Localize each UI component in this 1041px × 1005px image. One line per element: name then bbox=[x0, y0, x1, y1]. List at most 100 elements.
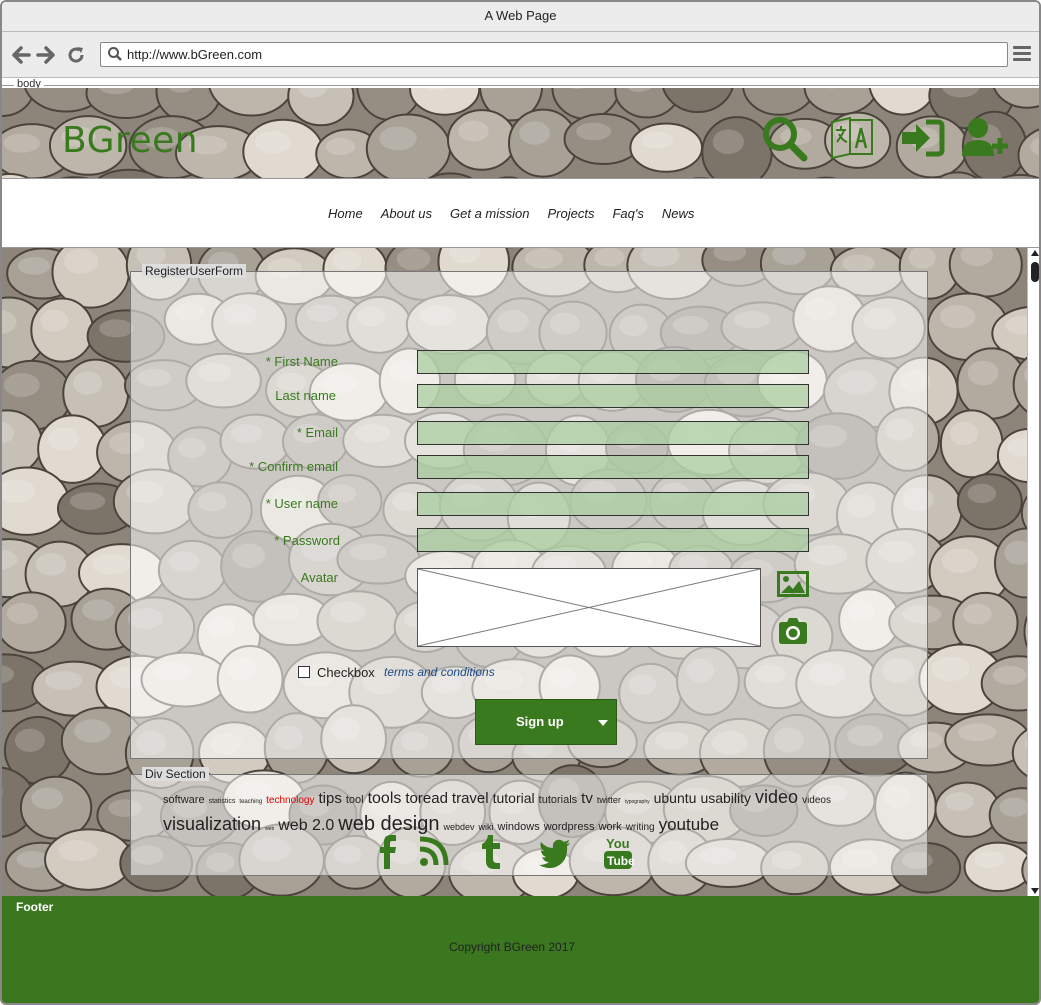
tag-link[interactable]: web design bbox=[338, 813, 439, 835]
tag-link[interactable]: technology bbox=[266, 790, 314, 812]
site-footer: Footer Copyright BGreen 2017 bbox=[2, 896, 1039, 1003]
search-icon[interactable] bbox=[760, 114, 808, 162]
form-legend: RegisterUserForm bbox=[142, 264, 247, 278]
stone-highlight bbox=[974, 851, 1005, 869]
url-text: http://www.bGreen.com bbox=[127, 47, 263, 62]
stone-highlight bbox=[958, 723, 997, 742]
last-name-field[interactable] bbox=[417, 384, 809, 408]
nav-about-us[interactable]: About us bbox=[381, 206, 432, 221]
stone-highlight bbox=[967, 483, 997, 504]
youtube-icon[interactable]: You Tube bbox=[602, 835, 635, 869]
copyright-text: Copyright BGreen 2017 bbox=[449, 940, 576, 954]
stone-highlight bbox=[525, 248, 563, 269]
twitter-icon[interactable] bbox=[538, 835, 572, 869]
sign-up-button[interactable]: Sign up bbox=[475, 699, 617, 745]
reload-icon[interactable] bbox=[65, 44, 87, 66]
tag-link[interactable]: usability bbox=[700, 787, 751, 809]
terms-and-conditions-link[interactable]: terms and conditions bbox=[384, 665, 495, 679]
stone-highlight bbox=[40, 309, 69, 332]
email-field[interactable] bbox=[417, 421, 809, 445]
stone-highlight bbox=[73, 371, 103, 395]
stone-highlight bbox=[35, 553, 67, 576]
window-title: A Web Page bbox=[2, 2, 1039, 32]
stone-shape bbox=[30, 297, 95, 363]
chevron-down-icon[interactable] bbox=[598, 720, 608, 726]
stone-highlight bbox=[962, 603, 992, 625]
stone-highlight bbox=[941, 548, 978, 573]
stone-highlight bbox=[91, 554, 131, 575]
svg-text:You: You bbox=[606, 836, 630, 851]
tag-link[interactable]: statistics bbox=[209, 791, 236, 813]
tag-link[interactable]: visualization bbox=[163, 813, 261, 835]
last-name-label: Last name bbox=[275, 388, 336, 403]
forward-arrow-icon[interactable] bbox=[35, 44, 57, 66]
stone-highlight bbox=[967, 360, 999, 386]
scroll-down-arrow-icon[interactable] bbox=[1031, 888, 1039, 894]
back-arrow-icon[interactable] bbox=[10, 44, 32, 66]
confirm-email-field[interactable] bbox=[417, 455, 809, 479]
password-field[interactable] bbox=[417, 528, 809, 552]
site-logo[interactable]: BGreen bbox=[62, 120, 198, 161]
first-name-field[interactable] bbox=[417, 350, 809, 374]
stone-highlight bbox=[31, 787, 64, 810]
tumblr-icon[interactable] bbox=[476, 835, 508, 869]
search-icon bbox=[107, 46, 123, 62]
scroll-up-arrow-icon[interactable] bbox=[1031, 250, 1039, 256]
nav-faqs[interactable]: Faq's bbox=[612, 206, 643, 221]
stone-highlight bbox=[945, 792, 974, 812]
tag-link[interactable]: software bbox=[163, 789, 205, 811]
hamburger-menu-icon[interactable] bbox=[1013, 46, 1031, 62]
user-name-field[interactable] bbox=[417, 492, 809, 516]
nav-home[interactable]: Home bbox=[328, 206, 363, 221]
tag-link[interactable]: tutorial bbox=[493, 787, 535, 809]
language-icon[interactable] bbox=[828, 114, 876, 162]
camera-icon[interactable] bbox=[777, 617, 809, 645]
stone-shape bbox=[939, 409, 1004, 479]
add-user-icon[interactable] bbox=[960, 114, 1008, 162]
stone-shape bbox=[2, 591, 67, 654]
browser-toolbar: http://www.bGreen.com bbox=[2, 32, 1039, 78]
stone-highlight bbox=[999, 797, 1029, 817]
stone-highlight bbox=[14, 728, 45, 752]
nav-get-a-mission[interactable]: Get a mission bbox=[450, 206, 529, 221]
tag-link[interactable]: typography bbox=[625, 791, 650, 813]
stone-highlight bbox=[82, 599, 115, 621]
tag-link[interactable]: youtube bbox=[659, 814, 720, 836]
stone-highlight bbox=[396, 248, 431, 271]
tag-link[interactable]: tv bbox=[581, 788, 593, 810]
tag-link[interactable]: tools bbox=[368, 788, 402, 810]
tag-link[interactable]: tips bbox=[318, 788, 341, 810]
tag-link[interactable]: tutorials bbox=[539, 789, 578, 811]
terms-checkbox[interactable] bbox=[298, 666, 310, 678]
login-icon[interactable] bbox=[898, 114, 946, 162]
stone-highlight bbox=[58, 839, 98, 862]
checkbox-label: Checkbox bbox=[317, 665, 375, 680]
tag-link[interactable]: video bbox=[755, 786, 798, 808]
tag-link[interactable]: ubuntu bbox=[654, 787, 697, 809]
stone-highlight bbox=[99, 319, 134, 338]
facebook-icon[interactable] bbox=[372, 835, 404, 869]
page-scrollbar[interactable] bbox=[1027, 248, 1039, 896]
div-section-legend: Div Section bbox=[142, 767, 209, 781]
tag-link[interactable]: tool bbox=[346, 789, 364, 811]
image-upload-icon[interactable] bbox=[777, 571, 809, 597]
stone-highlight bbox=[332, 250, 362, 271]
nav-projects[interactable]: Projects bbox=[548, 206, 595, 221]
avatar-image-placeholder[interactable] bbox=[417, 568, 761, 647]
stone-highlight bbox=[3, 372, 40, 398]
tag-link[interactable]: travel bbox=[452, 788, 489, 810]
tag-link[interactable]: web bbox=[265, 818, 274, 840]
tag-cloud: software statistics teaching technology tips… bbox=[163, 786, 903, 840]
stone-highlight bbox=[63, 248, 99, 274]
tag-link[interactable]: twitter bbox=[597, 789, 621, 811]
tag-link[interactable]: teaching bbox=[239, 791, 262, 813]
scroll-thumb[interactable] bbox=[1031, 262, 1039, 282]
stone-highlight bbox=[48, 427, 80, 451]
rss-icon[interactable] bbox=[418, 835, 450, 869]
tag-link[interactable]: web 2.0 bbox=[278, 815, 334, 837]
tag-link[interactable]: toread bbox=[405, 788, 448, 810]
tag-link[interactable]: videos bbox=[802, 790, 831, 812]
stone-highlight bbox=[16, 851, 49, 868]
url-bar[interactable]: http://www.bGreen.com bbox=[100, 42, 1008, 67]
nav-news[interactable]: News bbox=[662, 206, 695, 221]
